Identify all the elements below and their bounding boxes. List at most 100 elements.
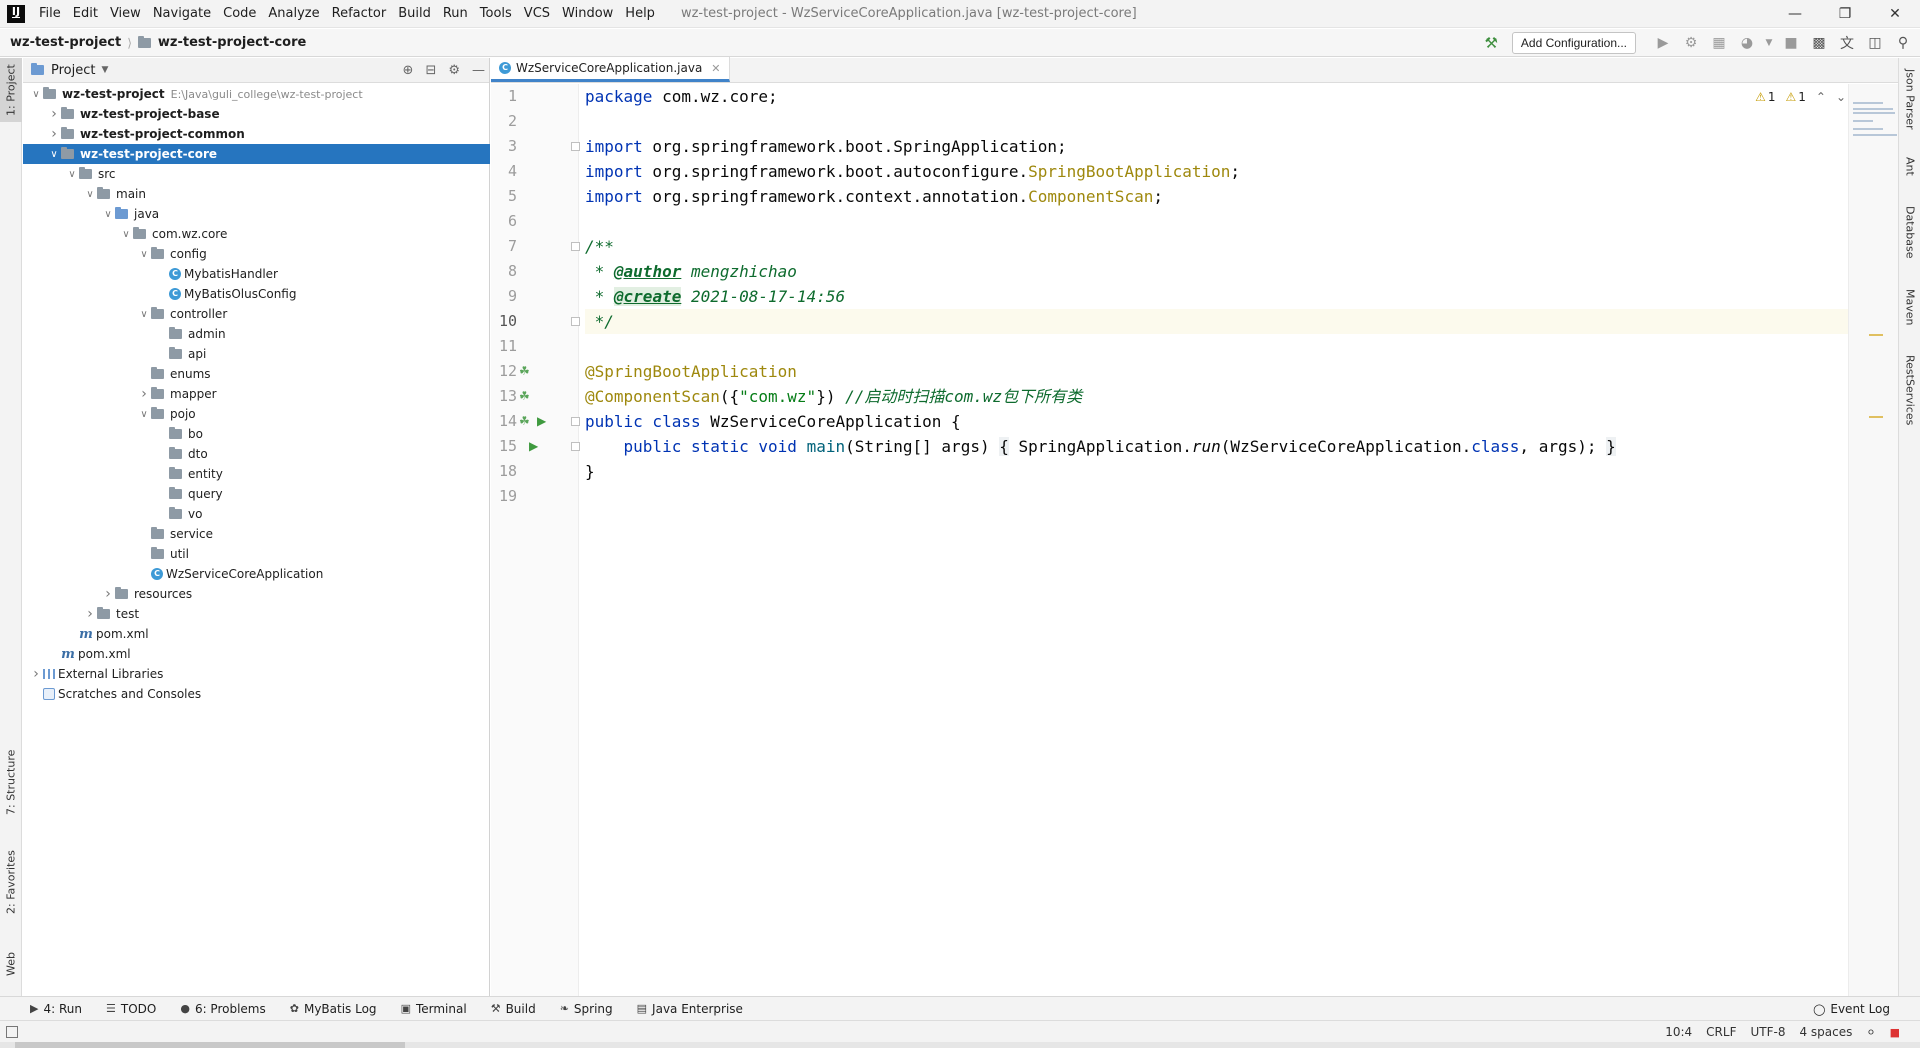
line-number[interactable]: 11 <box>491 337 517 355</box>
tree-item[interactable]: ∨ pojo <box>23 404 490 424</box>
minimize-icon[interactable]: — <box>1770 0 1820 28</box>
build-hammer-icon[interactable]: ⚒ <box>1484 34 1497 52</box>
project-view-selector[interactable]: Project <box>51 63 95 78</box>
file-encoding[interactable]: UTF-8 <box>1750 1025 1785 1039</box>
menu-analyze[interactable]: Analyze <box>262 0 325 28</box>
close-window-icon[interactable]: ✕ <box>1870 0 1920 28</box>
tool-tab-project[interactable]: 1: Project <box>0 58 22 122</box>
tree-item[interactable]: › External Libraries <box>23 664 490 684</box>
menu-vcs[interactable]: VCS <box>518 0 556 28</box>
inspection-widget[interactable]: ⚠ 1 ⚠ 1 ⌃ ⌄ <box>1755 90 1846 104</box>
restore-icon[interactable]: ❐ <box>1820 0 1870 28</box>
line-number[interactable]: 19 <box>491 487 517 505</box>
tree-item[interactable]: C WzServiceCoreApplication <box>23 564 490 584</box>
tree-item[interactable]: C MybatisHandler <box>23 264 490 284</box>
menu-build[interactable]: Build <box>392 0 437 28</box>
tool-tab-database[interactable]: Database <box>1899 196 1920 268</box>
tree-item[interactable]: ∨ config <box>23 244 490 264</box>
code-area[interactable]: package com.wz.core; import org.springfr… <box>585 84 1875 996</box>
chevron-down-icon[interactable]: ∨ <box>137 309 151 320</box>
bottom-tab[interactable]: ▶ 4: Run <box>18 1002 94 1016</box>
menu-navigate[interactable]: Navigate <box>147 0 217 28</box>
profile-icon[interactable]: ◕ <box>1736 32 1758 54</box>
bottom-tab[interactable]: ☰ TODO <box>94 1002 168 1016</box>
menu-run[interactable]: Run <box>437 0 474 28</box>
tree-item[interactable]: › test <box>23 604 490 624</box>
chevron-right-icon[interactable]: › <box>47 126 61 142</box>
bottom-tab[interactable]: ⚒ Build <box>479 1002 548 1016</box>
tree-item[interactable]: service <box>23 524 490 544</box>
chevron-down-icon[interactable]: ∨ <box>83 189 97 200</box>
menu-window[interactable]: Window <box>556 0 619 28</box>
line-number[interactable]: 3 <box>491 137 517 155</box>
minimap-warning-marker[interactable] <box>1869 416 1883 418</box>
chevron-down-icon[interactable]: ∨ <box>119 229 133 240</box>
tree-item[interactable]: entity <box>23 464 490 484</box>
line-number[interactable]: 18 <box>491 462 517 480</box>
tree-item[interactable]: Scratches and Consoles <box>23 684 490 704</box>
run-class-icon[interactable]: ▶ <box>537 414 546 428</box>
scroll-thumb[interactable] <box>15 1042 405 1048</box>
chevron-right-icon[interactable]: › <box>47 106 61 122</box>
run-icon[interactable]: ▶ <box>1652 32 1674 54</box>
line-number[interactable]: 7 <box>491 237 517 255</box>
spring-bean-icon[interactable]: ☘ <box>519 364 530 378</box>
tree-item[interactable]: bo <box>23 424 490 444</box>
bottom-tab[interactable]: ● 6: Problems <box>168 1002 277 1016</box>
line-number[interactable]: 2 <box>491 112 517 130</box>
tree-item[interactable]: ∨ wz-test-project E:\Java\guli_college\wz-… <box>23 84 490 104</box>
chevron-right-icon[interactable]: › <box>101 586 115 602</box>
fold-marker-icon[interactable] <box>571 417 580 426</box>
menu-view[interactable]: View <box>104 0 147 28</box>
indent-setting[interactable]: 4 spaces <box>1799 1025 1852 1039</box>
minimap-warning-marker[interactable] <box>1869 334 1883 336</box>
gear-icon[interactable]: ⚙ <box>448 63 460 78</box>
tool-tab-favorites[interactable]: 2: Favorites <box>0 840 22 924</box>
menu-tools[interactable]: Tools <box>474 0 518 28</box>
menu-refactor[interactable]: Refactor <box>326 0 393 28</box>
tree-item[interactable]: ∨ com.wz.core <box>23 224 490 244</box>
line-number[interactable]: 4 <box>491 162 517 180</box>
presentation-icon[interactable]: ◫ <box>1864 32 1886 54</box>
stop-icon[interactable]: ■ <box>1780 32 1802 54</box>
fold-marker-icon[interactable] <box>571 442 580 451</box>
bottom-tab[interactable]: ❧ Spring <box>548 1002 625 1016</box>
breadcrumb-project[interactable]: wz-test-project <box>0 35 125 50</box>
chevron-down-icon[interactable]: ∨ <box>137 409 151 420</box>
next-highlight-icon[interactable]: ⌄ <box>1836 90 1846 104</box>
chevron-down-icon[interactable]: ∨ <box>137 249 151 260</box>
fold-marker-icon[interactable] <box>571 142 580 151</box>
line-number[interactable]: 10 <box>491 312 517 330</box>
chevron-down-icon[interactable]: ▼ <box>101 65 108 75</box>
menu-help[interactable]: Help <box>619 0 661 28</box>
tree-item[interactable]: util <box>23 544 490 564</box>
fold-marker-icon[interactable] <box>571 242 580 251</box>
bottom-tab[interactable]: ▤ Java Enterprise <box>625 1002 755 1016</box>
chevron-right-icon[interactable]: › <box>29 666 43 682</box>
tree-item[interactable]: C MyBatisOlusConfig <box>23 284 490 304</box>
close-tab-icon[interactable]: ✕ <box>711 62 720 75</box>
previous-highlight-icon[interactable]: ⌃ <box>1816 90 1826 104</box>
line-number[interactable]: 1 <box>491 87 517 105</box>
chevron-down-icon[interactable]: ∨ <box>65 169 79 180</box>
tool-tab-restservices[interactable]: RestServices <box>1899 348 1920 432</box>
run-main-icon[interactable]: ▶ <box>529 439 538 453</box>
tree-item[interactable]: m pom.xml <box>23 624 490 644</box>
toggle-tool-windows-icon[interactable] <box>6 1025 18 1038</box>
tool-tab-json-parser[interactable]: Json Parser <box>1899 64 1920 134</box>
coverage-icon[interactable]: ▦ <box>1708 32 1730 54</box>
line-number[interactable]: 5 <box>491 187 517 205</box>
line-number[interactable]: 9 <box>491 287 517 305</box>
chevron-down-icon[interactable]: ∨ <box>29 89 43 100</box>
line-number[interactable]: 8 <box>491 262 517 280</box>
line-number[interactable]: 6 <box>491 212 517 230</box>
tree-item[interactable]: m pom.xml <box>23 644 490 664</box>
translate-icon[interactable]: 文 <box>1836 32 1858 54</box>
tool-tab-maven[interactable]: Maven <box>1899 278 1920 336</box>
tree-item[interactable]: ∨ main <box>23 184 490 204</box>
tool-tab-web[interactable]: Web <box>0 938 22 990</box>
lock-icon[interactable]: ⚪ <box>1866 1026 1875 1039</box>
tree-item[interactable]: › wz-test-project-common <box>23 124 490 144</box>
tool-tab-structure[interactable]: 7: Structure <box>0 740 22 824</box>
bottom-tab[interactable]: ▣ Terminal <box>389 1002 479 1016</box>
